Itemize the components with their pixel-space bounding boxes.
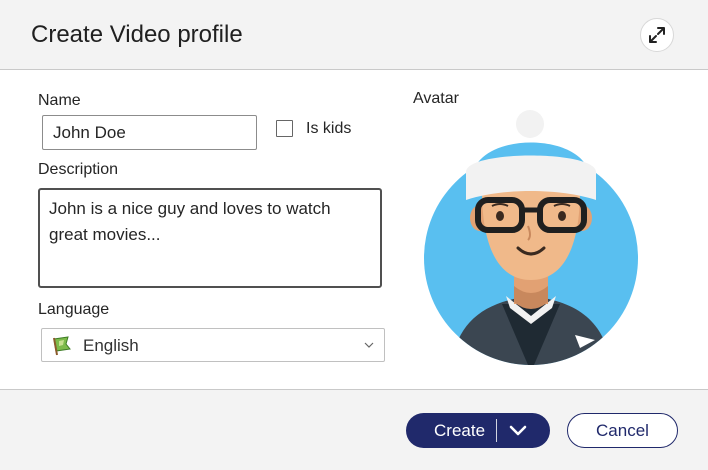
expand-diagonal-icon: [649, 27, 665, 43]
create-button-label[interactable]: Create: [434, 421, 485, 441]
avatar-label: Avatar: [413, 90, 459, 107]
description-textarea[interactable]: John is a nice guy and loves to watch gr…: [38, 188, 382, 288]
dialog-title: Create Video profile: [31, 21, 243, 48]
is-kids-checkbox[interactable]: [276, 120, 293, 137]
split-divider: [496, 419, 497, 442]
cancel-button[interactable]: Cancel: [567, 413, 678, 448]
description-label: Description: [38, 161, 119, 178]
name-input[interactable]: John Doe: [42, 115, 257, 150]
expand-button[interactable]: [640, 18, 674, 52]
chevron-down-icon: [364, 342, 374, 348]
language-label: Language: [38, 301, 110, 318]
language-value: English: [83, 336, 139, 355]
name-label: Name: [38, 92, 81, 109]
create-video-profile-dialog: Create Video profile Name John Doe Is ki…: [0, 0, 708, 470]
chevron-down-icon[interactable]: [508, 422, 528, 438]
dialog-header: Create Video profile: [0, 0, 708, 70]
green-flag-icon: [53, 336, 71, 356]
man-with-beanie-and-glasses-avatar: [424, 110, 638, 365]
language-select[interactable]: English: [41, 328, 385, 362]
is-kids-label[interactable]: Is kids: [306, 120, 351, 138]
create-split-button[interactable]: Create: [406, 413, 550, 448]
avatar[interactable]: [420, 110, 642, 372]
